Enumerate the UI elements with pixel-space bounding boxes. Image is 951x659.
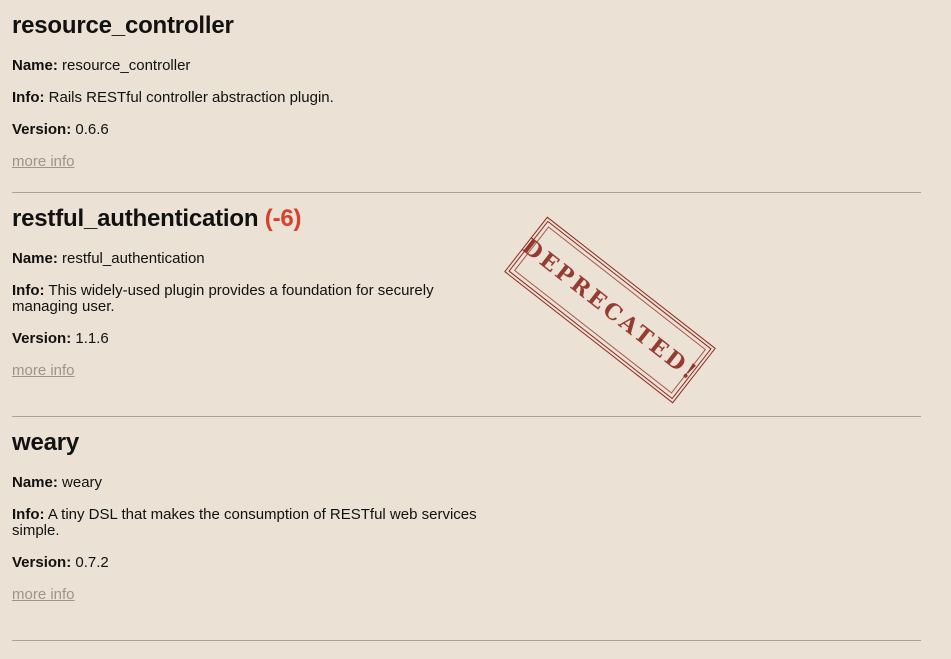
name-value: resource_controller (62, 57, 191, 74)
name-value: weary (62, 474, 103, 491)
name-label: Name: (12, 250, 58, 267)
plugin-title: restful_authentication (-6) (12, 205, 302, 232)
info-value: A tiny DSL that makes the consumption of… (12, 506, 477, 539)
plugin-info-row: Info: Rails RESTful controller abstracti… (12, 90, 512, 106)
info-label: Info: (12, 282, 45, 299)
info-label: Info: (12, 89, 45, 106)
info-label: Info: (12, 506, 45, 523)
more-info-link[interactable]: more info (12, 587, 75, 603)
plugin-name-row: Name: restful_authentication (12, 251, 512, 267)
plugin-title: resource_controller (12, 12, 234, 39)
plugin-list: resource_controller Name: resource_contr… (12, 0, 921, 641)
plugin-name-row: Name: resource_controller (12, 58, 512, 74)
info-value: This widely-used plugin provides a found… (12, 282, 434, 315)
version-label: Version: (12, 121, 72, 138)
name-label: Name: (12, 57, 58, 74)
plugin-version-row: Version: 0.7.2 (12, 555, 512, 571)
info-value: Rails RESTful controller abstraction plu… (48, 89, 334, 106)
plugin-info-row: Info: This widely-used plugin provides a… (12, 283, 472, 315)
plugin-entry-restful-authentication: restful_authentication (-6) Name: restfu… (12, 193, 921, 417)
plugin-name-row: Name: weary (12, 475, 512, 491)
plugin-version-row: Version: 1.1.6 (12, 331, 512, 347)
more-info-link[interactable]: more info (12, 154, 75, 170)
more-info-link[interactable]: more info (12, 363, 75, 379)
version-value: 0.6.6 (75, 121, 109, 138)
version-value: 0.7.2 (75, 554, 109, 571)
plugin-entry-weary: weary Name: weary Info: A tiny DSL that … (12, 417, 921, 641)
name-value: restful_authentication (62, 250, 205, 267)
version-label: Version: (12, 330, 72, 347)
version-label: Version: (12, 554, 72, 571)
version-value: 1.1.6 (75, 330, 109, 347)
plugin-info-row: Info: A tiny DSL that makes the consumpt… (12, 507, 512, 539)
name-label: Name: (12, 474, 58, 491)
rating-delta: (-6) (264, 205, 302, 232)
plugin-entry-resource-controller: resource_controller Name: resource_contr… (12, 0, 921, 193)
plugin-version-row: Version: 0.6.6 (12, 122, 512, 138)
plugin-title: weary (12, 429, 80, 456)
